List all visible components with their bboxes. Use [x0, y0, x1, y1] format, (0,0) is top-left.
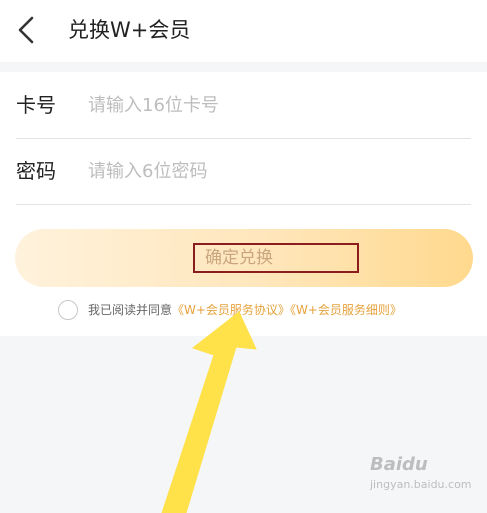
agreement-text: 我已阅读并同意《W+会员服务协议》《W+会员服务细则》: [88, 300, 402, 320]
service-agreement-link[interactable]: 《W+会员服务协议》: [172, 303, 290, 317]
card-number-label: 卡号: [16, 93, 56, 117]
password-row: 密码: [16, 138, 471, 205]
password-input[interactable]: [88, 156, 448, 186]
watermark-brand: Baidu: [370, 454, 428, 475]
service-rules-link[interactable]: 《W+会员服务细则》: [290, 303, 402, 317]
confirm-button-label: 确定兑换: [193, 243, 359, 273]
agree-checkbox[interactable]: [58, 300, 78, 320]
card-number-input[interactable]: [88, 90, 448, 120]
chevron-left-icon[interactable]: [14, 14, 42, 46]
redeem-form: 卡号 密码 确定兑换 我已阅读并同意《W+会员服务协议》《W+会员服务细则》: [0, 72, 487, 336]
confirm-redeem-button[interactable]: 确定兑换: [15, 229, 473, 287]
baidu-watermark: Baidu jingyan.baidu.com: [370, 454, 480, 502]
header-bar: 兑换W+会员: [0, 0, 487, 62]
page-title: 兑换W+会员: [68, 18, 191, 42]
card-number-row: 卡号: [16, 72, 471, 139]
watermark-sub: jingyan.baidu.com: [370, 478, 472, 491]
password-label: 密码: [16, 159, 56, 183]
agreement-prefix: 我已阅读并同意: [88, 303, 173, 317]
